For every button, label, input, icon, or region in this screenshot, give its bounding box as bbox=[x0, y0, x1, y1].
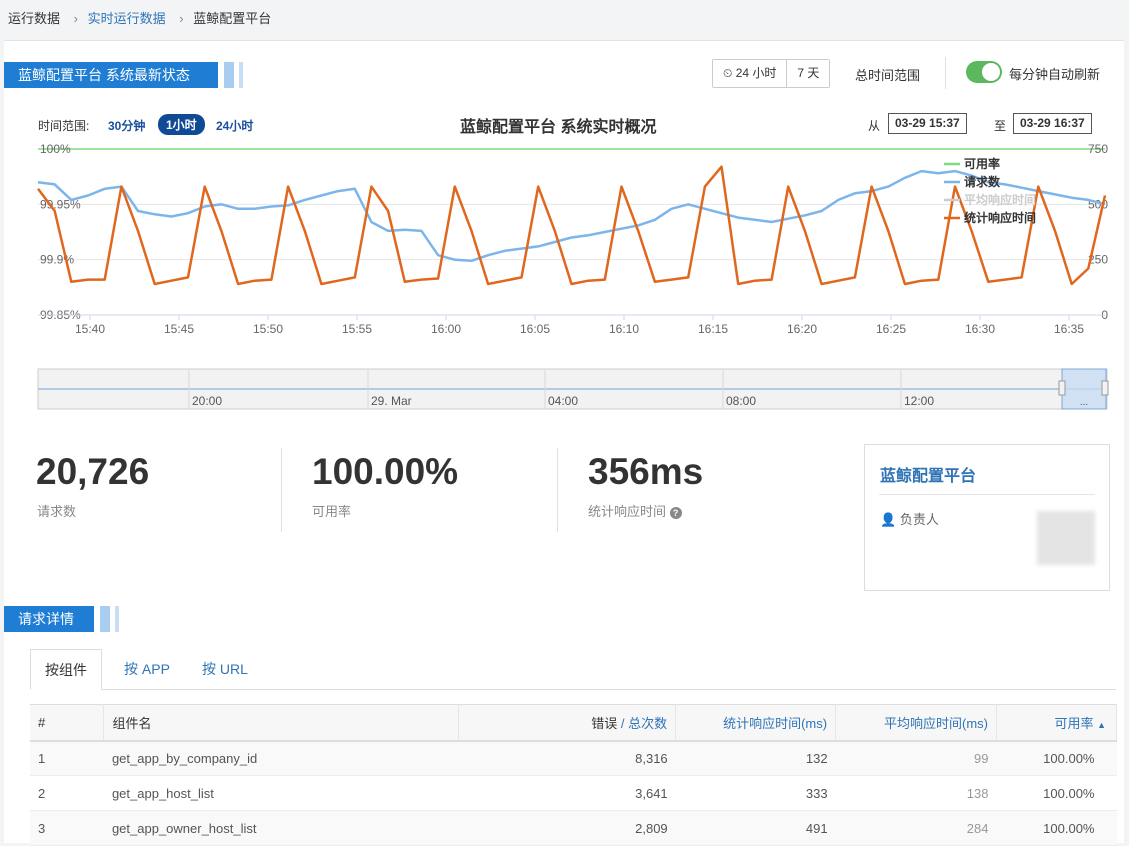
x-tick-label: 16:30 bbox=[965, 322, 995, 336]
x-tick-label: 16:25 bbox=[876, 322, 906, 336]
clock-icon: ⏲ bbox=[723, 66, 736, 80]
availability-value: 100.00% bbox=[312, 451, 459, 492]
to-label: 至 bbox=[994, 119, 1007, 133]
details-section-title: 请求详情 bbox=[4, 606, 110, 632]
y-left-tick-label: 99.9% bbox=[40, 253, 74, 267]
range-label: 时间范围: bbox=[38, 119, 90, 133]
divider bbox=[281, 448, 282, 532]
response-label: 统计响应时间 ? bbox=[588, 501, 682, 520]
help-icon[interactable]: ? bbox=[669, 507, 682, 519]
range-1h-option[interactable]: 1小时 bbox=[158, 114, 205, 135]
range-24h-button[interactable]: ⏲ 24 小时 bbox=[713, 60, 787, 87]
col-avg-rt[interactable]: 平均响应时间(ms) bbox=[835, 704, 997, 742]
breadcrumb-item-current: 蓝鲸配置平台 bbox=[193, 11, 272, 26]
breadcrumb-item-realtime[interactable]: 实时运行数据 bbox=[88, 11, 166, 26]
y-left-tick-label: 100% bbox=[40, 142, 71, 156]
x-tick-label: 15:50 bbox=[253, 322, 283, 336]
owner-label: 👤 负责人 bbox=[880, 512, 939, 527]
requests-label: 请求数 bbox=[37, 504, 77, 519]
tab-by-component[interactable]: 按组件 bbox=[30, 649, 102, 690]
breadcrumb-item-runtime[interactable]: 运行数据 bbox=[8, 11, 60, 26]
table-row[interactable]: 2 get_app_host_list 3,641 333 138 100.00… bbox=[30, 775, 1117, 811]
legend-item: 请求数 bbox=[964, 174, 1001, 189]
divider bbox=[557, 448, 558, 532]
auto-refresh-label: 每分钟自动刷新 bbox=[1009, 67, 1101, 82]
status-section-title: 蓝鲸配置平台 系统最新状态 bbox=[4, 62, 234, 88]
col-name[interactable]: 组件名 bbox=[103, 704, 460, 742]
x-tick-label: 16:00 bbox=[431, 322, 461, 336]
breadcrumb: 运行数据 › 实时运行数据 › 蓝鲸配置平台 bbox=[0, 0, 1129, 36]
availability-label: 可用率 bbox=[312, 504, 352, 519]
chart-title: 蓝鲸配置平台 系统实时概况 bbox=[460, 119, 657, 136]
total-range-link[interactable]: 总时间范围 bbox=[855, 65, 920, 84]
x-tick-label: 16:05 bbox=[520, 322, 550, 336]
navigator-handle-left bbox=[1058, 380, 1066, 396]
table-row[interactable]: 3 get_app_owner_host_list 2,809 491 284 … bbox=[30, 810, 1117, 846]
component-table: # 组件名 错误 / 总次数 统计响应时间(ms) 平均响应时间(ms) 可用率… bbox=[30, 704, 1118, 846]
blurred-owner-avatar bbox=[1037, 511, 1095, 565]
y-right-tick-label: 750 bbox=[1088, 142, 1108, 156]
time-range-buttons: ⏲ 24 小时 7 天 bbox=[712, 59, 831, 88]
from-label: 从 bbox=[868, 119, 881, 133]
owner-card-title: 蓝鲸配置平台 bbox=[880, 468, 977, 485]
series-line-3 bbox=[37, 165, 1107, 286]
to-date-input[interactable]: 03-29 16:37 bbox=[1013, 113, 1092, 134]
sort-asc-icon: ▲ bbox=[1097, 719, 1106, 730]
range-30m-option[interactable]: 30分钟 bbox=[108, 117, 145, 134]
range-navigator[interactable]: 20:00 29. Mar 04:00 08:00 12:00... bbox=[4, 367, 1124, 411]
chevron-right-icon: › bbox=[179, 11, 184, 26]
tab-by-app[interactable]: 按 APP bbox=[110, 649, 184, 690]
x-tick-label: 16:15 bbox=[698, 322, 728, 336]
legend-item: 统计响应时间 bbox=[964, 210, 1036, 225]
range-24h-option[interactable]: 24小时 bbox=[216, 117, 253, 134]
navigator-handle-label: ... bbox=[1080, 397, 1088, 408]
navigator-tick-label: 08:00 bbox=[726, 394, 756, 408]
table-header-row: # 组件名 错误 / 总次数 统计响应时间(ms) 平均响应时间(ms) 可用率… bbox=[30, 704, 1118, 742]
divider bbox=[945, 57, 946, 89]
x-tick-label: 15:55 bbox=[342, 322, 372, 336]
x-tick-label: 15:40 bbox=[75, 322, 105, 336]
detail-tabs: 按组件 按 APP 按 URL bbox=[30, 649, 1116, 690]
col-errors-total[interactable]: 错误 / 总次数 bbox=[458, 704, 677, 742]
navigator-tick-label: 12:00 bbox=[904, 394, 934, 408]
chevron-right-icon: › bbox=[73, 11, 78, 26]
tab-by-url[interactable]: 按 URL bbox=[188, 649, 262, 690]
navigator-tick-label: 20:00 bbox=[192, 394, 222, 408]
user-icon: 👤 bbox=[880, 512, 897, 527]
main-panel: 蓝鲸配置平台 系统最新状态 ⏲ 24 小时 7 天 总时间范围 每分钟自动刷新 … bbox=[4, 40, 1124, 846]
response-value: 356ms bbox=[588, 451, 704, 492]
from-date-input[interactable]: 03-29 15:37 bbox=[888, 113, 967, 134]
divider bbox=[879, 494, 1095, 495]
col-index: # bbox=[30, 704, 105, 742]
col-availability[interactable]: 可用率 ▲ bbox=[996, 704, 1118, 742]
legend-item: 平均响应时间 bbox=[964, 192, 1036, 207]
requests-value: 20,726 bbox=[36, 451, 150, 492]
x-tick-label: 16:20 bbox=[787, 322, 817, 336]
x-tick-label: 15:45 bbox=[164, 322, 194, 336]
auto-refresh-toggle[interactable] bbox=[966, 61, 1002, 83]
navigator-tick-label: 29. Mar bbox=[371, 394, 412, 408]
navigator-handle-right bbox=[1101, 380, 1109, 396]
realtime-chart[interactable]: 100% 75099.95% 50099.9% 25099.85% 015:40 15:4… bbox=[4, 137, 1124, 347]
table-row[interactable]: 1 get_app_by_company_id 8,316 132 99 100… bbox=[30, 740, 1117, 776]
x-tick-label: 16:10 bbox=[609, 322, 639, 336]
col-stat-rt[interactable]: 统计响应时间(ms) bbox=[675, 704, 837, 742]
legend-item: 可用率 bbox=[964, 156, 1000, 171]
range-7d-button[interactable]: 7 天 bbox=[786, 60, 830, 87]
owner-card: 蓝鲸配置平台 👤 负责人 bbox=[864, 444, 1110, 591]
navigator-tick-label: 04:00 bbox=[548, 394, 578, 408]
x-tick-label: 16:35 bbox=[1054, 322, 1084, 336]
